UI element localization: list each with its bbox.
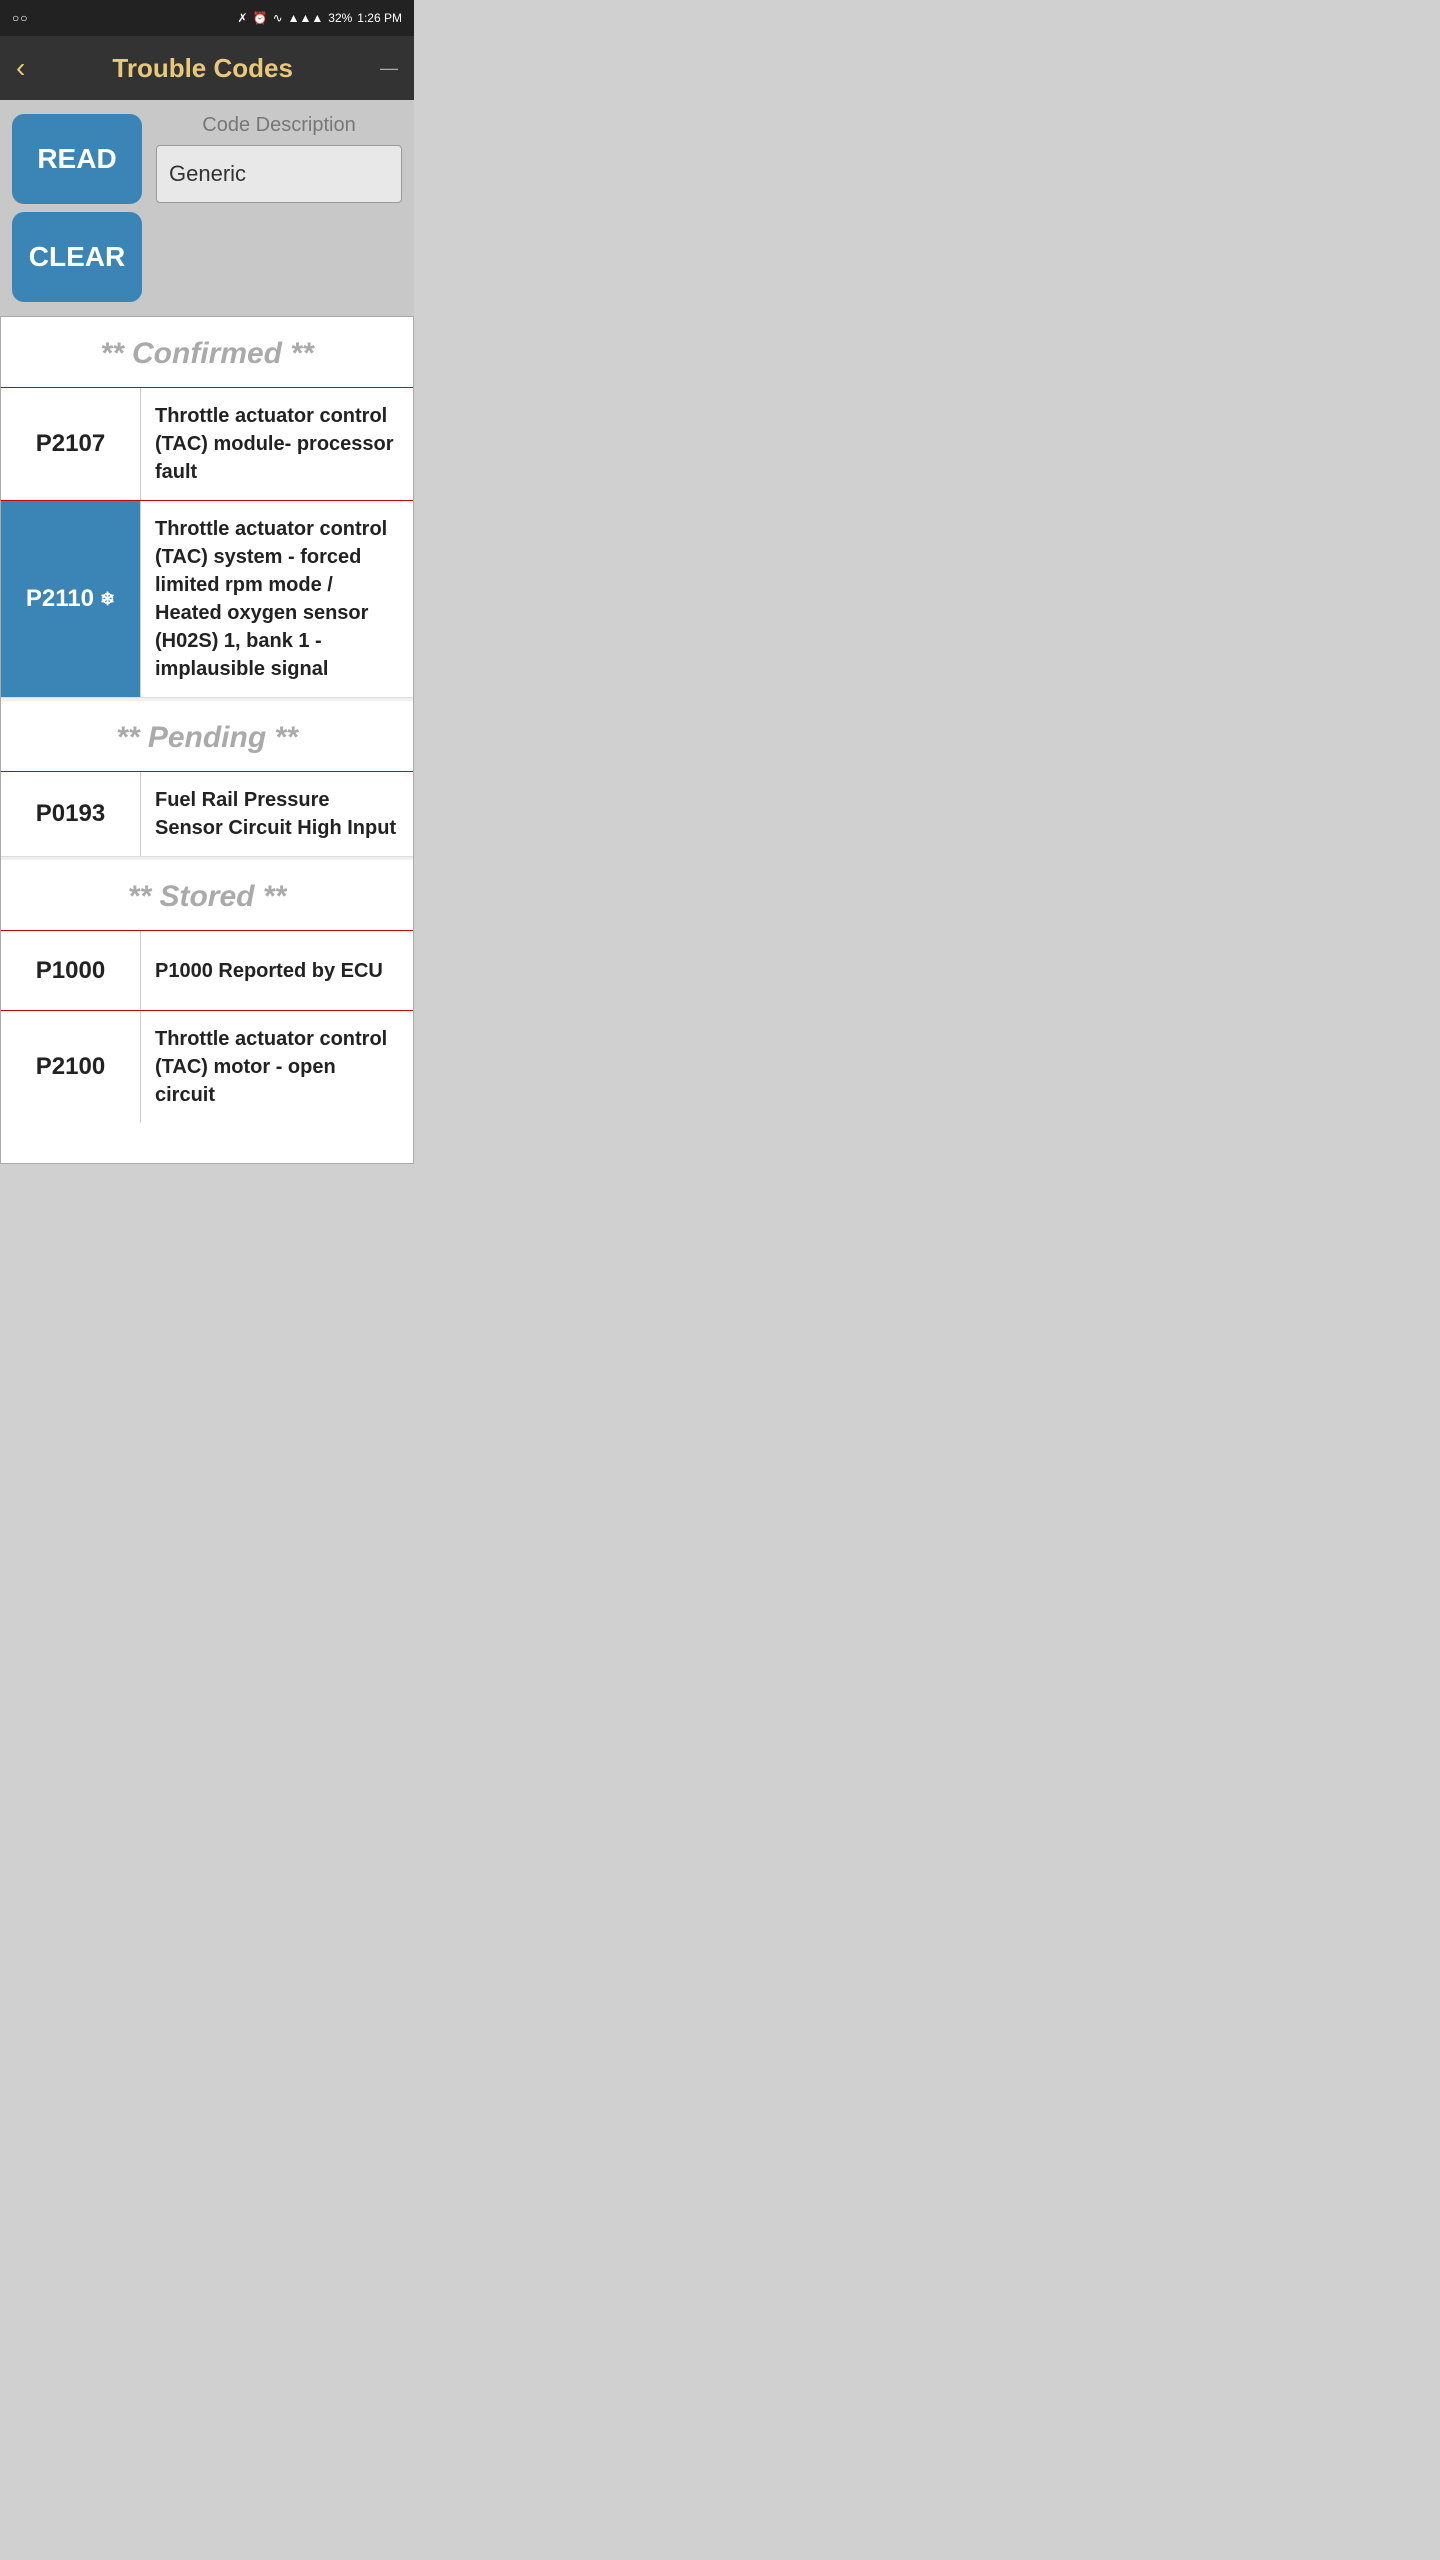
button-group: READ CLEAR	[12, 114, 142, 302]
bottom-padding	[1, 1123, 413, 1163]
code-value: P0193	[36, 800, 105, 828]
back-button[interactable]: ‹	[16, 52, 25, 84]
status-bar: ○○ ✗ ⏰ ∿ ▲▲▲ 32% 1:26 PM	[0, 0, 414, 36]
snowflake-icon: ❄	[100, 589, 115, 610]
bluetooth-icon: ✗	[238, 11, 248, 25]
code-cell-P1000: P1000	[1, 931, 141, 1010]
status-left-icons: ○○	[12, 11, 29, 25]
time-text: 1:26 PM	[357, 11, 402, 25]
alarm-icon: ⏰	[253, 11, 268, 25]
signal-icon: ▲▲▲	[288, 11, 324, 25]
section-header-pending: ** Pending **	[1, 701, 413, 771]
code-cell-P2110: P2110 ❄	[1, 501, 141, 697]
desc-cell-P2107: Throttle actuator control (TAC) module- …	[141, 388, 413, 500]
desc-cell-P1000: P1000 Reported by ECU	[141, 931, 413, 1010]
desc-cell-P2100: Throttle actuator control (TAC) motor - …	[141, 1011, 413, 1123]
clear-button[interactable]: CLEAR	[12, 212, 142, 302]
action-bar: READ CLEAR Code Description Generic	[0, 100, 414, 316]
table-row[interactable]: P1000 P1000 Reported by ECU	[1, 930, 413, 1010]
code-description-label: Code Description	[156, 114, 402, 137]
page-title: Trouble Codes	[25, 53, 380, 84]
desc-cell-P0193: Fuel Rail Pressure Sensor Circuit High I…	[141, 772, 413, 856]
status-right-area: ✗ ⏰ ∿ ▲▲▲ 32% 1:26 PM	[238, 11, 402, 25]
code-value: P2107	[36, 430, 105, 458]
app-header: ‹ Trouble Codes —	[0, 36, 414, 100]
code-value: P2100	[36, 1053, 105, 1081]
code-value: P1000	[36, 957, 105, 985]
code-cell-P2100: P2100	[1, 1011, 141, 1123]
desc-cell-P2110: Throttle actuator control (TAC) system -…	[141, 501, 413, 697]
table-row[interactable]: P2110 ❄Throttle actuator control (TAC) s…	[1, 500, 413, 697]
wifi-icon: ∿	[273, 11, 283, 25]
code-cell-P0193: P0193	[1, 772, 141, 856]
table-row[interactable]: P2107 Throttle actuator control (TAC) mod…	[1, 387, 413, 500]
table-row[interactable]: P2100 Throttle actuator control (TAC) mot…	[1, 1010, 413, 1123]
code-description-dropdown[interactable]: Generic	[156, 145, 402, 203]
read-button[interactable]: READ	[12, 114, 142, 204]
code-value: P2110	[26, 585, 94, 613]
code-description-section: Code Description Generic	[156, 114, 402, 203]
codes-container: ** Confirmed ** P2107 Throttle actuator co…	[0, 316, 414, 1164]
menu-button[interactable]: —	[380, 58, 398, 79]
code-cell-P2107: P2107	[1, 388, 141, 500]
section-header-stored: ** Stored **	[1, 860, 413, 930]
battery-text: 32%	[328, 11, 352, 25]
table-row[interactable]: P0193 Fuel Rail Pressure Sensor Circuit H…	[1, 771, 413, 856]
section-header-confirmed: ** Confirmed **	[1, 317, 413, 387]
